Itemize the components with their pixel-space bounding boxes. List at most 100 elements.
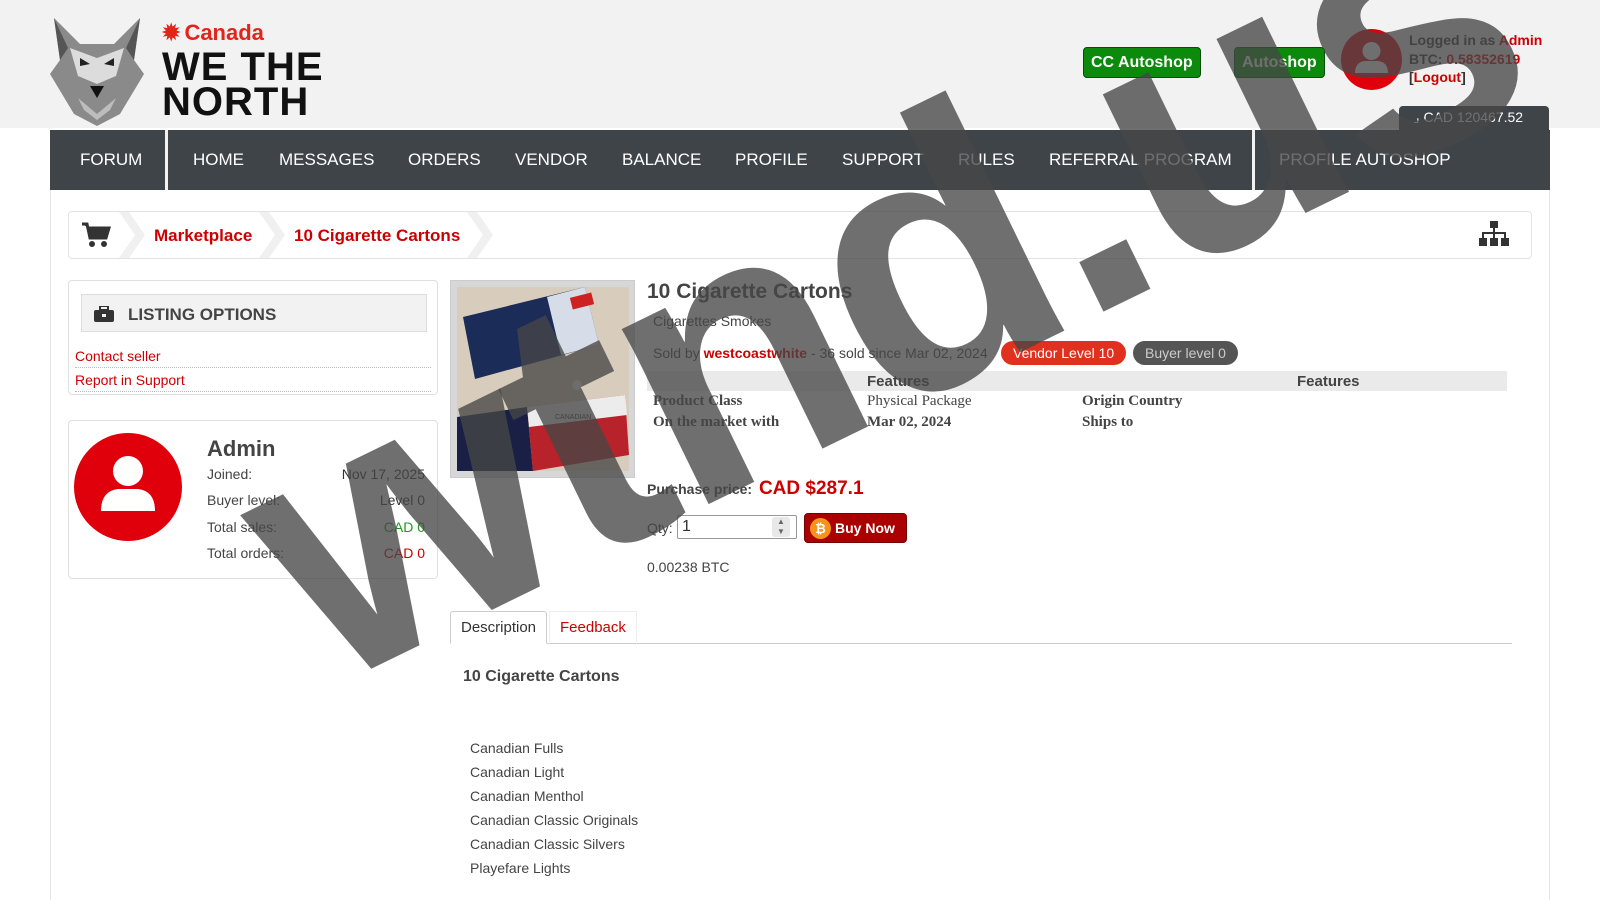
- bitcoin-icon: ₿: [810, 518, 831, 539]
- buy-now-button[interactable]: ₿ Buy Now: [804, 513, 907, 543]
- contact-seller-link[interactable]: Contact seller: [75, 348, 431, 368]
- nav-messages[interactable]: MESSAGES: [279, 130, 374, 190]
- vendor-level-badge: Vendor Level 10: [1001, 341, 1127, 365]
- breadcrumb-chevron-icon: [119, 212, 145, 258]
- logo-wordmark: WE THE NORTH: [162, 47, 324, 124]
- feature-label: Product Class: [653, 393, 743, 409]
- nav-referral-program[interactable]: REFERRAL PROGRAM: [1049, 130, 1232, 190]
- listing-options-header: LISTING OPTIONS: [81, 294, 427, 332]
- logo-line2: NORTH: [162, 80, 310, 124]
- briefcase-icon: [94, 306, 114, 322]
- logo-country: ✹ Canada: [162, 20, 264, 46]
- report-support-link[interactable]: Report in Support: [75, 372, 431, 392]
- nav-support[interactable]: SUPPORT: [842, 130, 924, 190]
- user-icon: [1355, 42, 1388, 73]
- tab-feedback[interactable]: Feedback: [549, 611, 637, 644]
- features-heading: Features: [1297, 373, 1360, 390]
- user-avatar[interactable]: [1341, 29, 1402, 90]
- logo-country-text: Canada: [184, 20, 264, 45]
- tab-description[interactable]: Description: [450, 611, 548, 644]
- user-icon: [101, 456, 155, 511]
- header: ✹ Canada WE THE NORTH CC Autoshop Autosho…: [0, 0, 1600, 130]
- autoshop-button[interactable]: Autoshop: [1234, 47, 1325, 78]
- product-category: Cigarettes Smokes: [653, 313, 772, 329]
- product-title: 10 Cigarette Cartons: [647, 280, 853, 303]
- listing-options-title: LISTING OPTIONS: [128, 305, 277, 324]
- user-card-avatar: [74, 433, 182, 541]
- maple-leaf-icon: ✹: [162, 20, 181, 45]
- total-orders-label: Total orders:: [207, 545, 285, 561]
- btc-label: BTC:: [1409, 50, 1443, 67]
- sitemap-icon[interactable]: [1479, 221, 1509, 247]
- nav-home[interactable]: HOME: [193, 130, 244, 190]
- feature-label: Ships to: [1082, 414, 1134, 430]
- breadcrumb-current[interactable]: 10 Cigarette Cartons: [294, 226, 460, 246]
- total-orders-value: CAD 0: [383, 545, 425, 561]
- main-nav: FORUM HOME MESSAGES ORDERS VENDOR BALANC…: [50, 130, 1550, 190]
- btc-price: 0.00238 BTC: [647, 559, 730, 575]
- logout-link[interactable]: Logout: [1414, 69, 1461, 85]
- qty-stepper[interactable]: ▲ ▼: [772, 517, 790, 537]
- sold-count: - 36 sold since Mar 02, 2024: [810, 345, 988, 361]
- list-item: Canadian Classic Originals: [470, 812, 639, 828]
- site-logo[interactable]: ✹ Canada WE THE NORTH: [50, 14, 350, 126]
- logged-in-label: Logged in as: [1409, 32, 1496, 48]
- features-header: Features Features: [647, 371, 1507, 391]
- vendor-link[interactable]: westcoastwhite: [704, 345, 807, 361]
- cart-icon[interactable]: [81, 221, 111, 249]
- breadcrumb-chevron-icon: [259, 212, 285, 258]
- cad-balance-tab: ⌟ CAD 120467.52: [1399, 106, 1549, 130]
- chevron-up-icon[interactable]: ▲: [772, 517, 790, 527]
- list-item: Canadian Menthol: [470, 788, 584, 804]
- features-heading: Features: [867, 373, 930, 390]
- price-label: Purchase price:: [647, 481, 753, 497]
- breadcrumb-marketplace[interactable]: Marketplace: [154, 226, 252, 246]
- list-item: Canadian Light: [470, 764, 565, 780]
- cad-balance: CAD 120467.52: [1423, 109, 1524, 125]
- wolf-logo-icon: [50, 18, 144, 126]
- product-image-brand-text: CANADIAN: [555, 414, 591, 421]
- total-sales-value: CAD 0: [383, 519, 425, 535]
- nav-profile-autoshop[interactable]: PROFILE AUTOSHOP: [1279, 130, 1451, 190]
- nav-forum[interactable]: FORUM: [80, 130, 142, 190]
- purchase-price: Purchase price: CAD $287.1: [647, 478, 864, 500]
- sold-by-label: Sold by: [653, 345, 700, 361]
- logged-in-username[interactable]: Admin: [1499, 32, 1543, 48]
- feature-value: Physical Package: [867, 393, 972, 409]
- feature-value: Mar 02, 2024: [867, 414, 952, 430]
- joined-value: Nov 17, 2025: [341, 466, 425, 482]
- qty-label: Qty:: [647, 520, 673, 536]
- list-item: Playefare Lights: [470, 860, 571, 876]
- user-card: Admin Joined: Nov 17, 2025 Buyer level: …: [68, 420, 438, 579]
- list-item: Canadian Classic Silvers: [470, 836, 625, 852]
- user-card-name: Admin: [207, 436, 276, 461]
- description-title: 10 Cigarette Cartons: [463, 668, 620, 685]
- btc-balance: 0.58352619: [1446, 50, 1521, 67]
- cc-autoshop-button[interactable]: CC Autoshop: [1083, 47, 1201, 78]
- listing-options-panel: LISTING OPTIONS Contact seller Report in…: [68, 280, 438, 395]
- feature-label: On the market with: [653, 414, 780, 430]
- list-item: Canadian Fulls: [470, 740, 564, 756]
- feature-label: Origin Country: [1082, 393, 1183, 409]
- breadcrumb: Marketplace 10 Cigarette Cartons: [68, 211, 1532, 259]
- description-list: Canadian Fulls Canadian Light Canadian M…: [470, 736, 638, 880]
- price-value: CAD $287.1: [758, 478, 864, 499]
- nav-balance[interactable]: BALANCE: [622, 130, 701, 190]
- sold-by-line: Sold by westcoastwhite - 36 sold since M…: [653, 345, 988, 361]
- nav-rules[interactable]: RULES: [958, 130, 1015, 190]
- product-photo: CANADIAN: [457, 287, 629, 471]
- buyer-level-value: Level 0: [379, 492, 425, 508]
- nav-vendor[interactable]: VENDOR: [515, 130, 588, 190]
- product-image[interactable]: CANADIAN: [450, 280, 635, 478]
- nav-separator: [1252, 130, 1255, 190]
- login-info: Logged in as Admin BTC: 0.58352619 [Logo…: [1409, 32, 1543, 85]
- buyer-level-badge: Buyer level 0: [1133, 341, 1238, 365]
- buyer-level-label: Buyer level:: [207, 492, 281, 508]
- nav-profile[interactable]: PROFILE: [735, 130, 808, 190]
- breadcrumb-chevron-icon: [467, 212, 493, 258]
- joined-label: Joined:: [207, 466, 253, 482]
- nav-orders[interactable]: ORDERS: [408, 130, 481, 190]
- total-sales-label: Total sales:: [207, 519, 278, 535]
- nav-separator: [165, 130, 168, 190]
- chevron-down-icon[interactable]: ▼: [772, 527, 790, 537]
